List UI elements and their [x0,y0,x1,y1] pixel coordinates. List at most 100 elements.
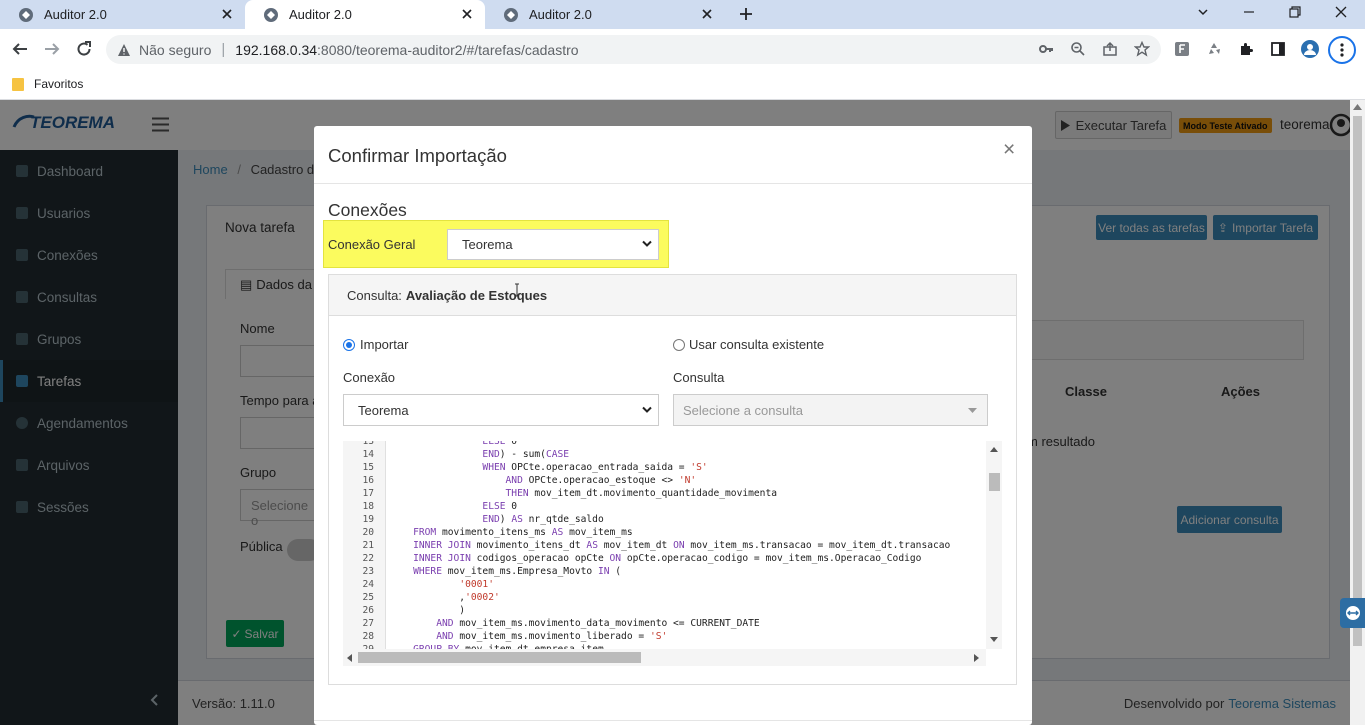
code-text: AND mov_item_ms.movimento_data_movimento… [436,618,760,629]
warning-icon [117,43,131,57]
modal-title: Confirmar Importação [328,145,507,166]
code-line: 21 INNER JOIN movimento_itens_dt AS mov_… [343,539,985,552]
code-text: FROM movimento_itens_ms AS mov_item_ms [413,527,633,538]
line-number: 27 [362,618,374,629]
app-favicon-icon [503,7,519,23]
code-text: END) AS nr_qtde_saldo [482,514,604,525]
code-text: AND OPCte.operacao_estoque <> 'N' [505,475,697,486]
text-cursor-icon [514,283,520,297]
app-favicon-icon [18,7,34,23]
code-horizontal-scrollbar[interactable] [343,649,986,666]
code-editor[interactable]: 13 ELSE 0 14 END) - sum(CASE 15 WHEN OPCte… [343,441,1002,666]
line-number: 22 [362,553,374,564]
line-number: 15 [362,462,374,473]
code-text: INNER JOIN movimento_itens_dt AS mov_ite… [413,540,951,551]
scrollbar-thumb[interactable] [989,473,1000,491]
code-text: AND mov_item_ms.movimento_liberado = 'S' [436,631,668,642]
line-number: 23 [362,566,374,577]
scroll-right-icon[interactable] [974,654,979,662]
code-line: 19 END) AS nr_qtde_saldo [343,513,985,526]
close-tab-icon[interactable] [219,6,235,22]
code-line: 20 FROM movimento_itens_ms AS mov_item_m… [343,526,985,539]
url-host: 192.168.0.34 [235,41,318,58]
bookmark-star-icon[interactable] [1130,37,1154,61]
extensions-puzzle-icon[interactable] [1234,37,1258,61]
scrollbar-thumb[interactable] [358,652,641,663]
teamviewer-widget-icon[interactable] [1340,598,1365,628]
radio-import-label: Importar [360,337,409,352]
tab-search-icon[interactable] [1191,0,1215,24]
folder-icon [12,77,24,91]
line-number: 18 [362,501,374,512]
code-line: 23 WHERE mov_item_ms.Empresa_Movto IN ( [343,565,985,578]
back-arrow-icon[interactable] [8,37,32,61]
scrollbar-thumb[interactable] [1353,116,1362,646]
modal-header: Confirmar Importação × [314,126,1032,184]
connection-label: Conexão [343,370,396,385]
recycle-icon[interactable] [1202,37,1226,61]
radio-existing[interactable]: Usar consulta existente [673,337,824,352]
scroll-left-icon[interactable] [347,654,352,662]
share-icon[interactable] [1098,37,1122,61]
radio-existing-control[interactable] [673,338,685,351]
general-connection-select[interactable]: Teorema [447,229,659,260]
minimize-icon[interactable] [1237,0,1261,24]
zoom-icon[interactable] [1066,37,1090,61]
modal-close-button[interactable]: × [1003,138,1015,162]
url-path: :8080/teorema-auditor2/#/tarefas/cadastr… [317,41,579,58]
key-icon[interactable] [1034,37,1058,61]
code-line: 24 '0001' [343,578,985,591]
chevron-down-icon [642,406,652,414]
general-connection-label: Conexão Geral [328,237,416,252]
connection-value: Teorema [358,402,409,418]
forward-arrow-icon[interactable] [40,37,64,61]
browser-tab-1[interactable]: Auditor 2.0 [0,0,245,29]
code-vertical-scrollbar[interactable] [986,441,1002,649]
browser-tab-title: Auditor 2.0 [529,7,592,22]
bookmark-folder[interactable]: Favoritos [12,74,83,94]
code-text: ELSE 0 [482,441,518,447]
page-scrollbar[interactable] [1350,100,1365,725]
code-text: ELSE 0 [482,501,518,512]
extension-f-icon[interactable] [1170,37,1194,61]
line-number: 19 [362,514,374,525]
code-text: WHEN OPCte.operacao_entrada_saida = 'S' [482,462,708,473]
side-panel-icon[interactable] [1266,37,1290,61]
reload-icon[interactable] [72,37,96,61]
window-close-icon[interactable] [1329,0,1353,24]
line-number: 16 [362,475,374,486]
profile-avatar-icon[interactable] [1298,37,1322,61]
radio-import-control[interactable] [343,338,355,351]
browser-menu-icon[interactable] [1328,36,1356,64]
close-tab-icon[interactable] [459,6,475,22]
scroll-up-icon[interactable] [1353,104,1362,110]
query-select-placeholder: Selecione a consulta [683,402,803,418]
code-line: 14 END) - sum(CASE [343,448,985,461]
browser-tab-title: Auditor 2.0 [289,7,352,22]
scroll-down-icon[interactable] [990,637,998,642]
close-tab-icon[interactable] [699,6,715,22]
line-number: 24 [362,579,374,590]
code-line: 15 WHEN OPCte.operacao_entrada_saida = '… [343,461,985,474]
radio-import[interactable]: Importar [343,337,408,352]
browser-tab-3[interactable]: Auditor 2.0 [485,0,725,29]
caret-down-icon [968,408,977,413]
restore-icon[interactable] [1283,0,1307,24]
code-text: THEN mov_item_dt.movimento_quantidade_mo… [505,488,778,499]
code-text: END) - sum(CASE [482,449,570,460]
code-text: WHERE mov_item_ms.Empresa_Movto IN ( [413,566,622,577]
new-tab-icon[interactable] [734,2,758,26]
code-line: 22 INNER JOIN codigos_operacao opCte ON … [343,552,985,565]
browser-tab-2[interactable]: Auditor 2.0 [245,0,485,29]
query-panel-heading: Consulta: Avaliação de Estoques [329,275,1016,316]
address-bar[interactable]: Não seguro | 192.168.0.34:8080/teorema-a… [106,35,1161,64]
code-text: '0001' [459,579,494,590]
security-label: Não seguro [139,41,212,58]
query-select[interactable]: Selecione a consulta [673,394,988,426]
connection-select[interactable]: Teorema [343,394,659,426]
scroll-up-icon[interactable] [990,447,998,452]
bookmark-folder-label: Favoritos [34,77,84,91]
code-text: INNER JOIN codigos_operacao opCte ON opC… [413,553,922,564]
modal-footer-divider [314,720,1032,721]
line-number: 17 [362,488,374,499]
